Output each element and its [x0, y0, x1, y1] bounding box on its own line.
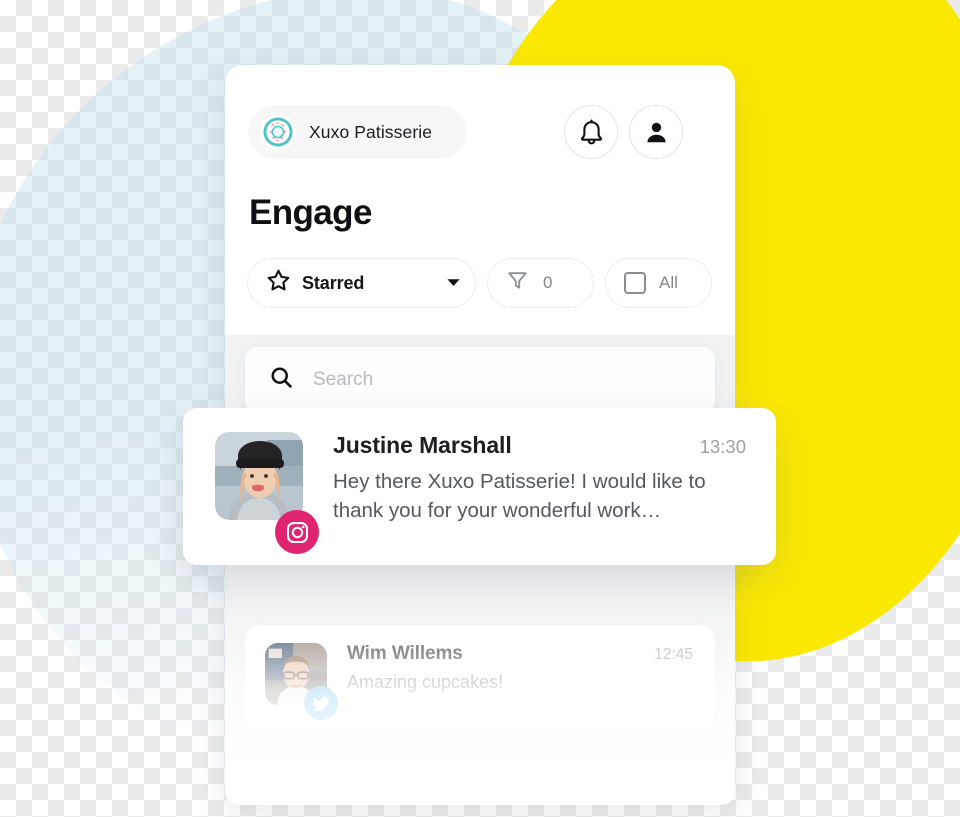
woman-with-long-hair-avatar: [265, 765, 327, 805]
featured-message-card[interactable]: Justine Marshall 13:30 Hey there Xuxo Pa…: [183, 408, 776, 565]
message-preview-text: Hey there Xuxo Patisserie! I would like …: [333, 470, 706, 523]
message-body: Justine Marshall 13:30 Hey there Xuxo Pa…: [333, 432, 746, 541]
donut-icon: [260, 114, 296, 150]
message-list-area: Search Wim Willems 12:45 Amazing cupcake…: [225, 335, 735, 805]
notifications-button[interactable]: [564, 105, 618, 159]
instagram-icon: [275, 510, 319, 554]
search-bar[interactable]: Search: [245, 347, 715, 413]
star-icon: [266, 268, 291, 298]
filter-row: Starred 0 All: [247, 258, 712, 308]
filter-all-button[interactable]: All: [605, 258, 712, 308]
filter-count-label: 0: [543, 273, 553, 292]
filter-count-button[interactable]: 0: [487, 258, 594, 308]
avatar: [265, 765, 327, 805]
bell-icon: [580, 119, 602, 144]
filter-all-label: All: [659, 273, 678, 292]
screenshot-stage: Xuxo Patisserie Engage Starred 0 All Sea…: [0, 0, 960, 817]
brand-pill[interactable]: Xuxo Patisserie: [248, 105, 466, 159]
message-header: Yvonne Thompson Wednesday: [347, 765, 693, 787]
profile-button[interactable]: [629, 105, 683, 159]
avatar: [215, 432, 319, 554]
woman-in-black-beanie-avatar: [215, 432, 303, 520]
app-header: Xuxo Patisserie: [225, 65, 735, 185]
brand-name: Xuxo Patisserie: [309, 121, 433, 142]
message-preview-text: Amazing cupcakes!: [347, 672, 504, 692]
message-sender-name: Wim Willems: [347, 643, 463, 664]
message-list-item[interactable]: Yvonne Thompson Wednesday I just receive…: [245, 747, 715, 805]
message-body: Wim Willems 12:45 Amazing cupcakes!: [347, 643, 693, 711]
message-timestamp: Wednesday: [611, 768, 693, 785]
page-title: Engage: [249, 193, 372, 232]
message-timestamp: 13:30: [699, 436, 746, 457]
message-timestamp: 12:45: [654, 646, 693, 663]
message-sender-name: Justine Marshall: [333, 432, 512, 458]
message-sender-name: Yvonne Thompson: [347, 765, 516, 786]
search-input[interactable]: Search: [313, 369, 373, 391]
filter-starred-dropdown[interactable]: Starred: [247, 258, 476, 308]
search-icon: [269, 365, 294, 395]
message-header: Wim Willems 12:45: [347, 643, 693, 665]
checkbox-icon[interactable]: [624, 272, 646, 294]
chevron-down-icon: [446, 274, 461, 292]
message-list-item[interactable]: Wim Willems 12:45 Amazing cupcakes!: [245, 625, 715, 729]
avatar: [265, 643, 338, 720]
twitter-icon: [304, 686, 338, 720]
person-icon: [646, 122, 666, 142]
funnel-icon: [506, 269, 529, 297]
message-preview-text: I just received my order! It looks so de…: [347, 794, 626, 805]
message-header: Justine Marshall 13:30: [333, 432, 746, 459]
filter-starred-label: Starred: [302, 272, 365, 293]
message-body: Yvonne Thompson Wednesday I just receive…: [347, 765, 693, 805]
